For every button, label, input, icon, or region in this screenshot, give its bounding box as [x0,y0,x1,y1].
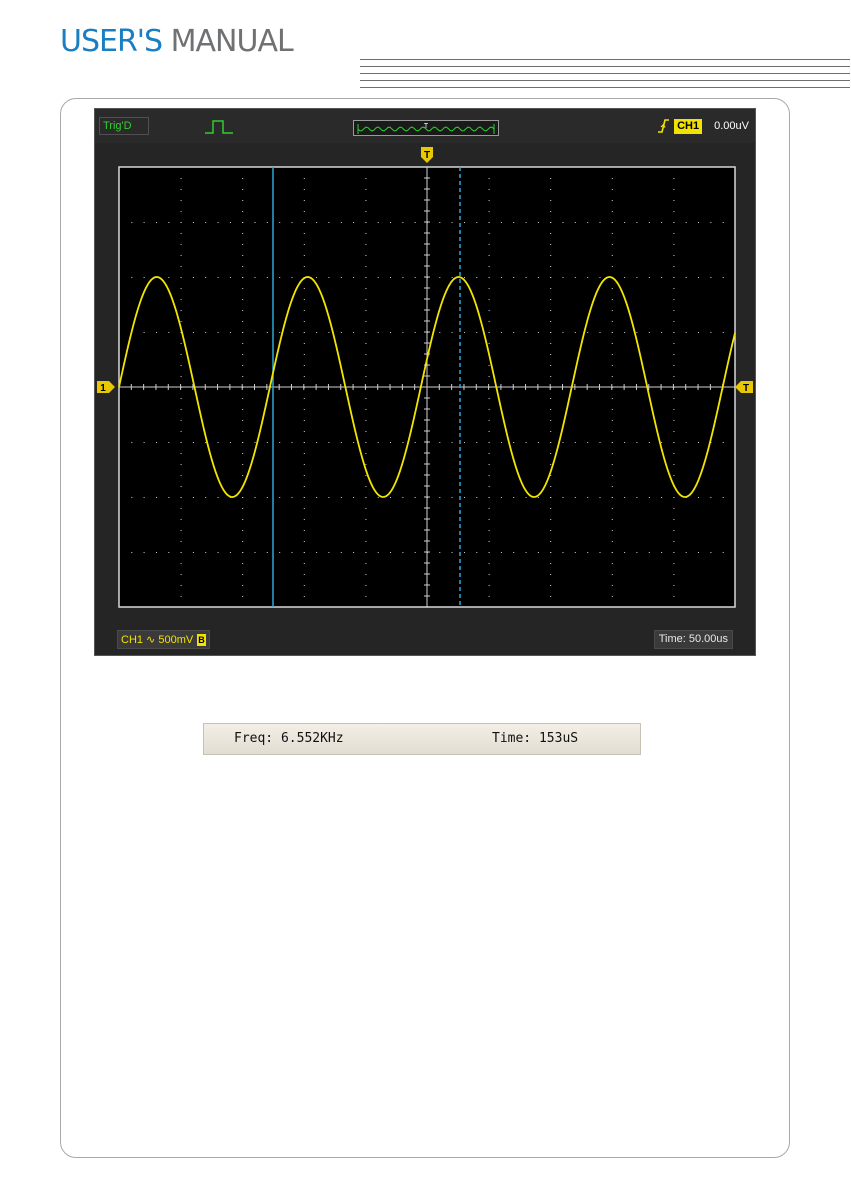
rising-edge-icon [658,119,670,133]
memory-waveform-icon: T [357,123,495,134]
pulse-waveform-icon [205,120,233,134]
scope-bottom-bar: CH1 ∿ 500mV B Time: 50.00us [95,623,755,655]
trigger-info: CH1 0.00uV [656,117,749,135]
channel-scale: CH1 ∿ 500mV [121,633,194,646]
manual-title-part1: USER'S [60,24,163,59]
trigger-status: Trig'D [99,117,149,135]
status-frequency: Freq: 6.552KHz [234,731,344,746]
manual-title: USER'S MANUAL [60,24,294,59]
memory-trigger-marker: T [424,123,429,130]
manual-title-part2: MANUAL [170,24,294,59]
bandwidth-limit-badge: B [197,633,206,646]
trigger-level: 0.00uV [714,120,749,132]
oscilloscope-window: Trig'D T CH1 0.00uV T 1 T CH1 ∿ 500mV B Ti… [94,108,756,656]
header-decorative-lines [360,59,850,93]
scope-top-bar: Trig'D T CH1 0.00uV [95,109,755,144]
timebase-info: Time: 50.00us [653,630,733,649]
trigger-channel-badge: CH1 [674,118,703,134]
status-time: Time: 153uS [492,731,579,746]
memory-position-bar[interactable]: T [353,120,499,136]
status-bar: Freq: 6.552KHz Time: 153uS [203,723,641,755]
waveform-display[interactable]: T 1 T [95,143,755,623]
waveform-plot[interactable]: T 1 T [95,143,755,623]
svg-text:1: 1 [100,383,106,394]
channel-info: CH1 ∿ 500mV B [117,630,210,649]
svg-text:T: T [424,150,430,161]
svg-text:T: T [743,383,749,394]
